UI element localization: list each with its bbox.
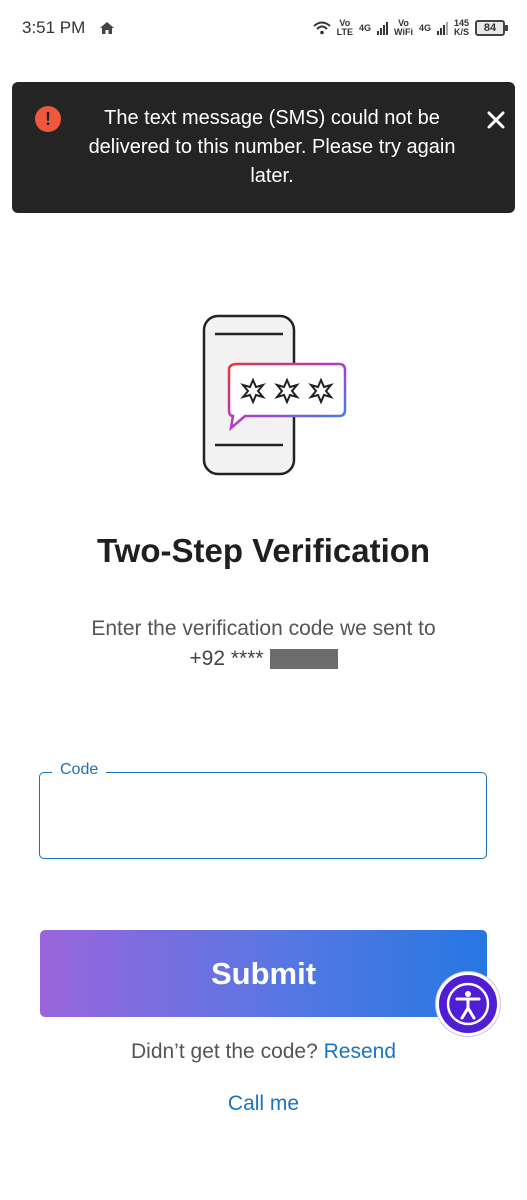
code-field-label: Code: [52, 761, 107, 779]
vowifi-indicator: Vo WiFi: [394, 18, 413, 37]
error-toast: ! The text message (SMS) could not be de…: [12, 82, 515, 213]
home-icon: [100, 22, 115, 34]
phone-sms-illustration: [202, 314, 347, 476]
resend-link[interactable]: Resend: [324, 1040, 396, 1063]
resend-question: Didn’t get the code?: [130, 1040, 318, 1063]
error-icon: !: [35, 106, 61, 132]
network-type-1: 4G: [359, 22, 372, 33]
battery-icon: 84: [475, 20, 508, 36]
redaction-block: [269, 649, 338, 669]
accessibility-icon: [446, 982, 490, 1026]
signal-icon-2: [436, 21, 448, 35]
signal-icon: [377, 21, 389, 35]
submit-button[interactable]: Submit: [40, 930, 487, 1017]
status-time: 3:51 PM: [22, 18, 86, 37]
call-me-row: Call me: [0, 1092, 527, 1116]
instruction-line: Enter the verification code we sent to: [91, 617, 436, 640]
screen: 3:51 PM Vo LTE 4G Vo WiFi 4G 145 K/S 84 …: [0, 0, 527, 1200]
masked-phone-number: +92 ****: [189, 644, 338, 674]
close-icon[interactable]: [482, 106, 510, 134]
code-input[interactable]: [56, 793, 466, 837]
code-field: Code: [39, 761, 487, 859]
page-title: Two-Step Verification: [96, 532, 431, 569]
call-me-link[interactable]: Call me: [228, 1092, 299, 1115]
toast-message: The text message (SMS) could not be deli…: [88, 107, 456, 187]
instruction-text: Enter the verification code we sent to +…: [40, 614, 487, 674]
status-icons: Vo LTE 4G Vo WiFi 4G 145 K/S 84: [313, 18, 508, 37]
status-bar: 3:51 PM Vo LTE 4G Vo WiFi 4G 145 K/S 84: [0, 0, 527, 56]
volte-indicator: Vo LTE: [336, 18, 354, 37]
phone-prefix: +92 ****: [189, 647, 264, 670]
wifi-icon: [313, 21, 331, 35]
accessibility-button[interactable]: [436, 972, 500, 1036]
network-type-2: 4G: [418, 22, 431, 33]
resend-row: Didn’t get the code? Resend: [0, 1040, 527, 1064]
network-speed: 145 K/S: [453, 18, 469, 37]
